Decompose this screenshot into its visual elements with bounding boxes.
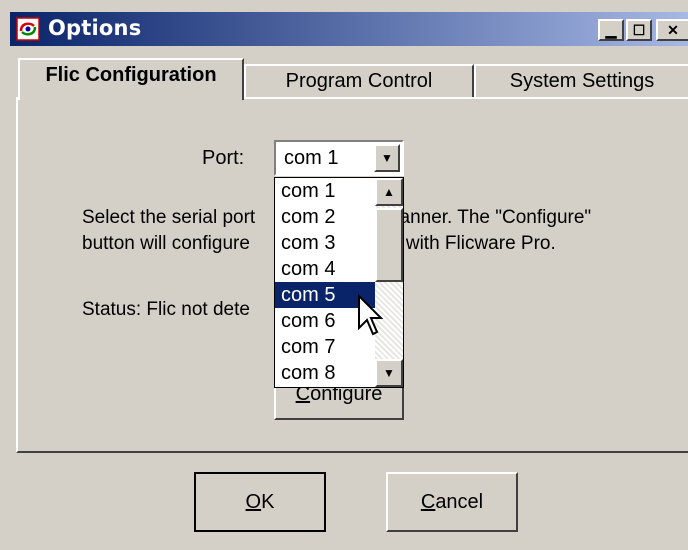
scroll-thumb[interactable] bbox=[375, 208, 403, 282]
tab-system-settings[interactable]: System Settings bbox=[474, 64, 688, 98]
port-option-com2[interactable]: com 2 bbox=[275, 204, 375, 230]
tab-strip: Flic Configuration Program Control Syste… bbox=[18, 58, 688, 100]
ok-mnemonic: O bbox=[245, 491, 262, 513]
maximize-button[interactable]: ☐ bbox=[626, 19, 652, 41]
window-title: Options bbox=[48, 16, 142, 40]
port-option-com3[interactable]: com 3 bbox=[275, 230, 375, 256]
scroll-up-button[interactable]: ▲ bbox=[375, 178, 403, 206]
maximize-icon: ☐ bbox=[632, 22, 646, 38]
dropdown-button[interactable]: ▼ bbox=[374, 144, 400, 172]
description-line1-right: canner. The "Configure" bbox=[390, 207, 592, 228]
port-option-com8[interactable]: com 8 bbox=[275, 360, 375, 386]
mouse-pointer-icon bbox=[358, 294, 383, 336]
chevron-down-icon: ▼ bbox=[381, 151, 393, 165]
description-line2-right: e with Flicware Pro. bbox=[390, 233, 556, 254]
cancel-button[interactable]: Cancel bbox=[386, 472, 518, 532]
port-value: com 1 bbox=[284, 147, 339, 169]
ok-button[interactable]: OK bbox=[194, 472, 326, 532]
cancel-mnemonic: C bbox=[420, 491, 436, 513]
port-option-com4[interactable]: com 4 bbox=[275, 256, 375, 282]
port-option-com1[interactable]: com 1 bbox=[275, 178, 375, 204]
minimize-button[interactable]: ▁ bbox=[598, 19, 624, 41]
arrow-up-icon: ▲ bbox=[383, 185, 395, 199]
arrow-down-icon: ▼ bbox=[383, 366, 395, 380]
cancel-label-rest: ancel bbox=[435, 491, 484, 513]
port-combobox[interactable]: com 1 ▼ bbox=[274, 140, 404, 176]
description-line2-left: button will configure bbox=[82, 233, 250, 254]
port-label: Port: bbox=[202, 147, 245, 169]
tab-program-control[interactable]: Program Control bbox=[244, 64, 474, 98]
description-line1-left: Select the serial port bbox=[82, 207, 256, 228]
title-bar[interactable]: Options ▁ ☐ ✕ bbox=[10, 12, 688, 46]
port-dropdown-list[interactable]: com 1 com 2 com 3 com 4 com 5 com 6 com … bbox=[274, 177, 404, 388]
status-text: Status: Flic not dete bbox=[82, 299, 250, 320]
port-options: com 1 com 2 com 3 com 4 com 5 com 6 com … bbox=[275, 178, 375, 386]
options-window: Options ▁ ☐ ✕ Flic Configuration Program… bbox=[0, 0, 688, 550]
dropdown-scrollbar[interactable]: ▲ ▼ bbox=[375, 178, 403, 387]
ok-label-rest: K bbox=[261, 491, 275, 513]
close-icon: ✕ bbox=[667, 22, 679, 38]
scroll-down-button[interactable]: ▼ bbox=[375, 359, 403, 387]
close-button[interactable]: ✕ bbox=[656, 19, 688, 41]
tab-flic-configuration[interactable]: Flic Configuration bbox=[18, 58, 244, 100]
minimize-icon: ▁ bbox=[605, 22, 617, 38]
app-icon bbox=[16, 17, 40, 41]
